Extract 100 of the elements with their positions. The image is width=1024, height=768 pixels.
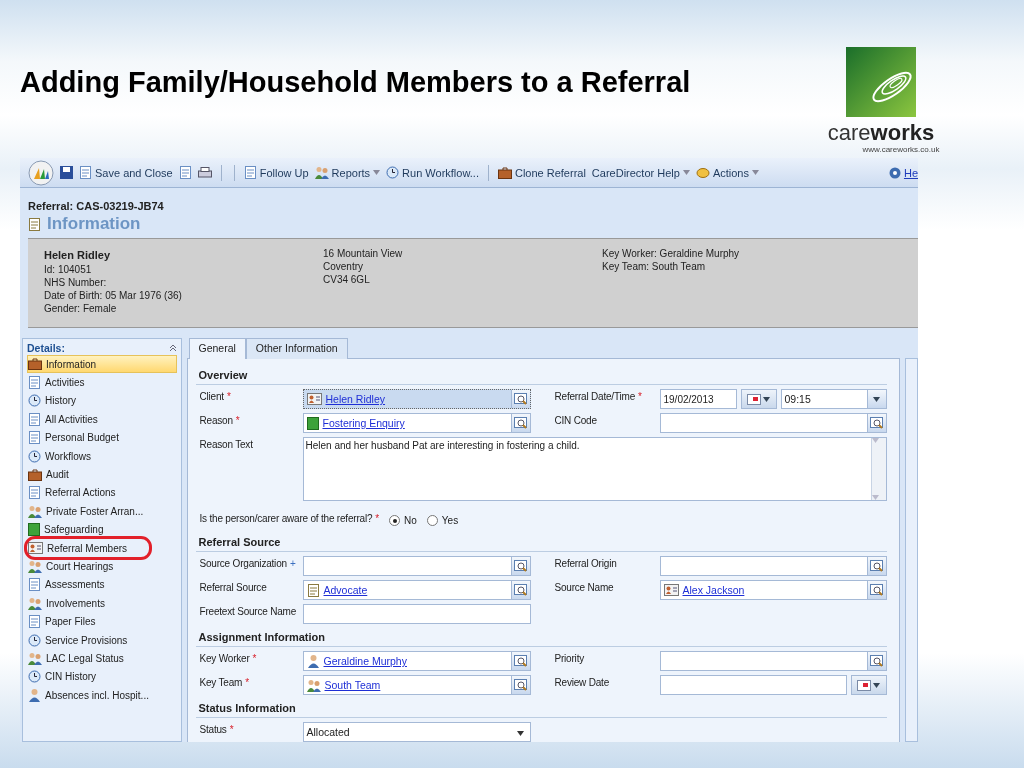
input-field[interactable] [302, 604, 531, 624]
save-icon[interactable] [60, 166, 73, 179]
lookup-field[interactable]: Advocate [302, 580, 531, 600]
sidebar-item[interactable]: Private Foster Arran... [27, 502, 177, 521]
lookup-button[interactable] [510, 414, 530, 432]
note-icon [28, 217, 41, 231]
printer-icon[interactable] [197, 166, 212, 179]
calendar-button[interactable] [850, 675, 887, 695]
sidebar-item[interactable]: All Activities [27, 410, 177, 429]
caret-icon [871, 438, 879, 443]
required-mark: * [245, 677, 249, 688]
sidebar-item[interactable]: Personal Budget [27, 428, 177, 447]
lookup-button[interactable] [866, 557, 886, 575]
lookup-button[interactable] [866, 581, 886, 599]
document-icon [28, 486, 41, 500]
search-icon [513, 559, 528, 573]
record-title: Referral: CAS-03219-JB74 [27, 199, 165, 212]
sidebar-item[interactable]: Referral Members [27, 538, 149, 558]
caret-icon [751, 170, 759, 175]
collapse-icon[interactable] [168, 344, 177, 352]
sidebar-item[interactable]: Audit [27, 465, 177, 484]
sidebar-item[interactable]: CIN History [27, 667, 177, 687]
toolbar-button[interactable]: Reports [314, 166, 381, 179]
toolbar-button[interactable]: Save and Close [79, 166, 173, 179]
sidebar-item[interactable]: Information [27, 355, 177, 374]
scrollbar[interactable] [870, 438, 886, 500]
text-area[interactable]: Helen and her husband Pat are interesting in fostering a child. [302, 437, 887, 501]
tab[interactable]: General [188, 338, 246, 359]
app-orb-icon[interactable] [28, 159, 54, 186]
briefcase-icon [28, 468, 42, 481]
help-link[interactable]: He [888, 166, 918, 179]
lookup-field[interactable]: Geraldine Murphy [302, 651, 531, 671]
sidebar-item[interactable]: Absences incl. Hospit... [27, 686, 177, 705]
lookup-button[interactable] [866, 414, 886, 432]
toolbar-button[interactable]: Follow Up [243, 166, 309, 179]
toolbar-button[interactable]: Clone Referral [497, 166, 586, 179]
field-label: Review Date [553, 676, 610, 688]
contact-card-icon [306, 393, 322, 405]
sidebar-item[interactable]: Referral Actions [27, 483, 177, 503]
caret-icon [873, 682, 880, 688]
sidebar-item[interactable]: Court Hearings [27, 557, 177, 576]
lookup-button[interactable] [510, 652, 530, 670]
field-label: Source Organization + [198, 557, 297, 569]
lookup-button[interactable] [510, 557, 530, 575]
radio-option[interactable]: No [389, 515, 417, 526]
lookup-field[interactable] [659, 651, 887, 671]
lookup-field[interactable]: Helen Ridley [302, 389, 531, 409]
lookup-button[interactable] [510, 581, 530, 599]
toolbar-button[interactable]: CareDirector Help [591, 166, 690, 179]
lookup-button[interactable] [510, 676, 530, 694]
briefcase-icon [28, 358, 42, 371]
sidebar-item[interactable]: Service Provisions [27, 630, 177, 650]
people-icon [306, 678, 321, 692]
sidebar-item[interactable]: History [27, 391, 177, 411]
caret-icon [373, 170, 381, 175]
document-icon [28, 615, 41, 629]
section-heading: Overview [195, 365, 887, 385]
sidebar-item[interactable]: LAC Legal Status [27, 649, 177, 668]
lookup-button[interactable] [510, 390, 530, 408]
contact-card-icon [28, 542, 43, 555]
team-line: Key Team: South Team [602, 260, 707, 273]
date-field[interactable]: 19/02/2013 [659, 389, 737, 409]
sidebar-item[interactable]: Involvements [27, 594, 177, 613]
sidebar-title: Details: [27, 342, 65, 354]
sidebar-item[interactable]: Activities [27, 373, 177, 392]
document-icon [28, 376, 41, 390]
toolbar-button[interactable]: Actions [695, 166, 759, 179]
sidebar-item[interactable]: Paper Files [27, 612, 177, 631]
status-select[interactable]: Allocated [302, 722, 531, 742]
sidebar-item[interactable]: Safeguarding [27, 520, 177, 539]
search-icon [513, 678, 528, 692]
radio-option[interactable]: Yes [426, 515, 459, 526]
calendar-button[interactable] [740, 389, 777, 409]
date-field[interactable] [659, 675, 847, 695]
section-heading: Status Information [195, 698, 887, 718]
document-icon [243, 166, 257, 179]
lookup-button[interactable] [866, 652, 886, 670]
toolbar-button[interactable]: Run Workflow... [386, 166, 479, 179]
field-label: Client * [198, 390, 232, 402]
lookup-field[interactable]: Alex Jackson [659, 580, 887, 600]
document-icon [28, 431, 41, 445]
required-mark: * [229, 724, 234, 735]
sidebar-item[interactable]: Assessments [27, 575, 177, 595]
lookup-field[interactable]: Fostering Enquiry [302, 413, 531, 433]
search-icon [869, 559, 884, 573]
lookup-field[interactable] [659, 413, 887, 433]
lookup-field[interactable] [302, 556, 531, 576]
sidebar-item[interactable]: Workflows [27, 446, 177, 466]
calendar-icon [857, 679, 871, 691]
field-label: Referral Origin [553, 557, 618, 569]
caret-icon [516, 731, 524, 736]
document-icon [79, 166, 92, 179]
logo-icon [846, 47, 916, 117]
client-detail: NHS Number: [44, 276, 108, 289]
tab[interactable]: Other Information [245, 338, 348, 359]
lookup-field[interactable]: South Team [302, 675, 531, 695]
lookup-field[interactable] [659, 556, 887, 576]
clock-icon [28, 670, 41, 684]
client-detail: Date of Birth: 05 Mar 1976 (36) [44, 289, 183, 302]
time-select[interactable]: 09:15 [780, 389, 887, 409]
